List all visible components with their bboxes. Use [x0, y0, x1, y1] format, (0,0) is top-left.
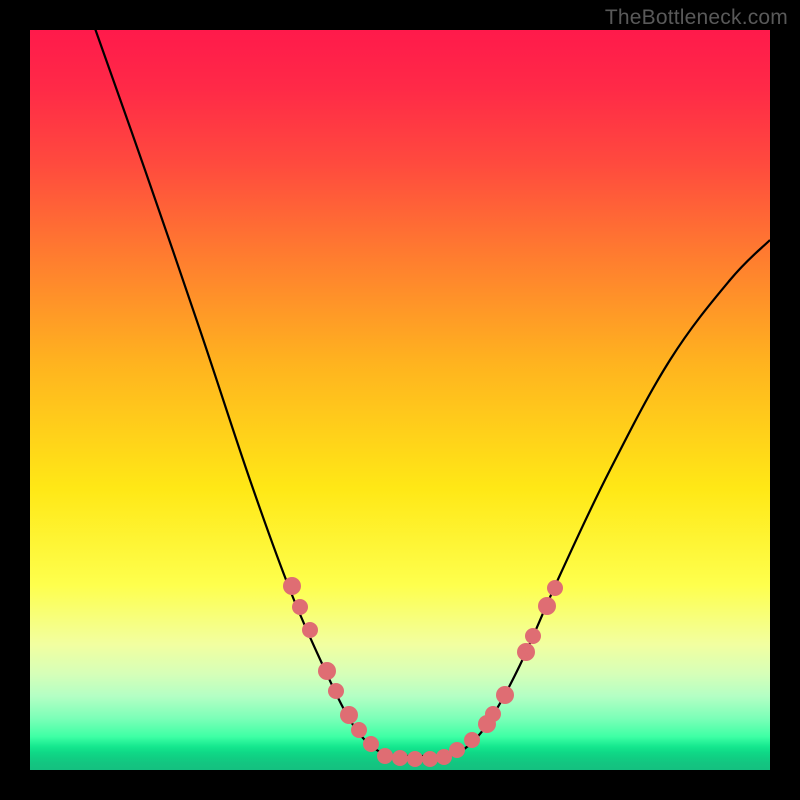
data-point	[392, 750, 408, 766]
plot-area	[30, 30, 770, 770]
curves-svg	[30, 30, 770, 770]
data-point	[464, 732, 480, 748]
data-point	[318, 662, 336, 680]
data-point	[283, 577, 301, 595]
data-point	[496, 686, 514, 704]
data-point	[422, 751, 438, 767]
data-point	[538, 597, 556, 615]
data-point	[485, 706, 501, 722]
data-markers	[283, 577, 563, 767]
watermark-text: TheBottleneck.com	[605, 6, 788, 30]
data-point	[407, 751, 423, 767]
data-point	[302, 622, 318, 638]
data-point	[292, 599, 308, 615]
curve-left	[92, 30, 388, 756]
data-point	[449, 742, 465, 758]
chart-stage: TheBottleneck.com	[0, 0, 800, 800]
data-point	[328, 683, 344, 699]
data-point	[340, 706, 358, 724]
curve-right	[450, 240, 770, 756]
data-point	[525, 628, 541, 644]
data-point	[377, 748, 393, 764]
data-point	[363, 736, 379, 752]
data-point	[351, 722, 367, 738]
